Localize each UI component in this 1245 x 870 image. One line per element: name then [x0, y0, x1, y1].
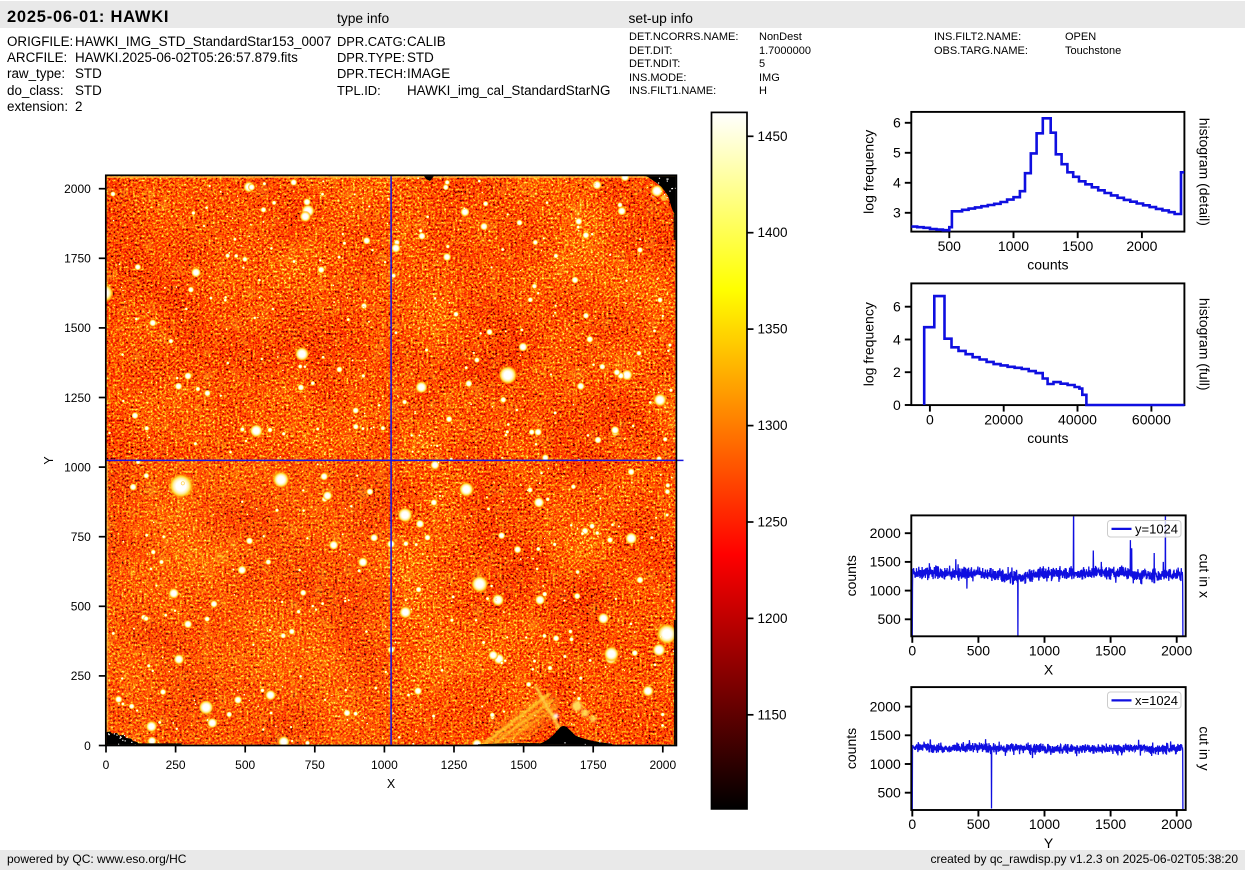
svg-text:0: 0 — [893, 397, 901, 413]
svg-text:2: 2 — [893, 364, 901, 380]
svg-text:1250: 1250 — [758, 515, 788, 530]
svg-text:1500: 1500 — [870, 554, 901, 570]
svg-text:1250: 1250 — [441, 758, 468, 772]
svg-text:3: 3 — [893, 205, 901, 221]
svg-text:6: 6 — [893, 299, 901, 315]
svg-text:750: 750 — [71, 530, 91, 544]
svg-text:Y: Y — [1044, 835, 1054, 851]
svg-text:X: X — [1044, 662, 1054, 678]
svg-text:log frequency: log frequency — [861, 302, 877, 386]
svg-text:750: 750 — [305, 758, 325, 772]
svg-text:1500: 1500 — [870, 727, 901, 743]
svg-text:histogram (full): histogram (full) — [1197, 298, 1213, 391]
svg-text:0: 0 — [908, 643, 916, 659]
svg-text:500: 500 — [877, 611, 901, 627]
svg-text:4: 4 — [893, 331, 901, 347]
svg-text:histogram (detail): histogram (detail) — [1197, 118, 1213, 226]
svg-text:250: 250 — [71, 669, 91, 683]
svg-text:1750: 1750 — [64, 252, 91, 266]
svg-text:0: 0 — [84, 739, 91, 753]
svg-text:1150: 1150 — [758, 707, 787, 722]
svg-text:counts: counts — [1027, 257, 1068, 273]
svg-text:2000: 2000 — [649, 758, 676, 772]
svg-text:500: 500 — [71, 600, 91, 614]
svg-text:500: 500 — [967, 643, 991, 659]
svg-text:4: 4 — [893, 175, 901, 191]
svg-text:1250: 1250 — [64, 391, 91, 405]
svg-text:40000: 40000 — [1058, 412, 1097, 428]
svg-text:1000: 1000 — [870, 756, 901, 772]
svg-text:1000: 1000 — [1029, 643, 1060, 659]
svg-text:x=1024: x=1024 — [1135, 693, 1178, 708]
svg-text:2000: 2000 — [1161, 643, 1192, 659]
svg-text:0: 0 — [908, 816, 916, 832]
svg-text:6: 6 — [893, 115, 901, 131]
svg-text:1200: 1200 — [758, 611, 788, 626]
svg-text:250: 250 — [166, 758, 186, 772]
svg-text:cut in y: cut in y — [1197, 726, 1213, 770]
svg-text:X: X — [387, 777, 396, 791]
svg-text:1000: 1000 — [1029, 816, 1060, 832]
svg-text:counts: counts — [1027, 430, 1068, 446]
svg-text:1750: 1750 — [580, 758, 607, 772]
svg-text:1500: 1500 — [1095, 643, 1126, 659]
svg-text:1500: 1500 — [1062, 238, 1093, 254]
svg-text:1400: 1400 — [758, 225, 788, 240]
svg-text:2000: 2000 — [1126, 238, 1157, 254]
svg-text:2000: 2000 — [64, 182, 91, 196]
svg-text:2000: 2000 — [870, 525, 901, 541]
svg-text:1000: 1000 — [998, 238, 1029, 254]
svg-text:1000: 1000 — [64, 460, 91, 474]
svg-text:Y: Y — [42, 456, 56, 465]
svg-text:counts: counts — [843, 555, 859, 596]
svg-text:1350: 1350 — [758, 322, 788, 337]
svg-text:60000: 60000 — [1132, 412, 1171, 428]
svg-text:20000: 20000 — [984, 412, 1023, 428]
svg-text:1300: 1300 — [758, 418, 788, 433]
svg-text:2000: 2000 — [1161, 816, 1192, 832]
svg-text:500: 500 — [967, 816, 991, 832]
svg-text:y=1024: y=1024 — [1135, 522, 1178, 537]
svg-text:cut in x: cut in x — [1197, 554, 1213, 598]
svg-text:1000: 1000 — [870, 582, 901, 598]
svg-text:2000: 2000 — [870, 698, 901, 714]
svg-text:5: 5 — [893, 145, 901, 161]
svg-text:0: 0 — [103, 758, 110, 772]
svg-text:500: 500 — [877, 785, 901, 801]
svg-text:1000: 1000 — [371, 758, 398, 772]
svg-text:500: 500 — [235, 758, 255, 772]
svg-text:counts: counts — [843, 728, 859, 769]
svg-text:1500: 1500 — [64, 321, 91, 335]
svg-text:500: 500 — [938, 238, 962, 254]
svg-text:1450: 1450 — [758, 129, 788, 144]
svg-text:0: 0 — [926, 412, 934, 428]
svg-text:1500: 1500 — [1095, 816, 1126, 832]
svg-text:log frequency: log frequency — [861, 130, 877, 214]
svg-text:1500: 1500 — [510, 758, 537, 772]
